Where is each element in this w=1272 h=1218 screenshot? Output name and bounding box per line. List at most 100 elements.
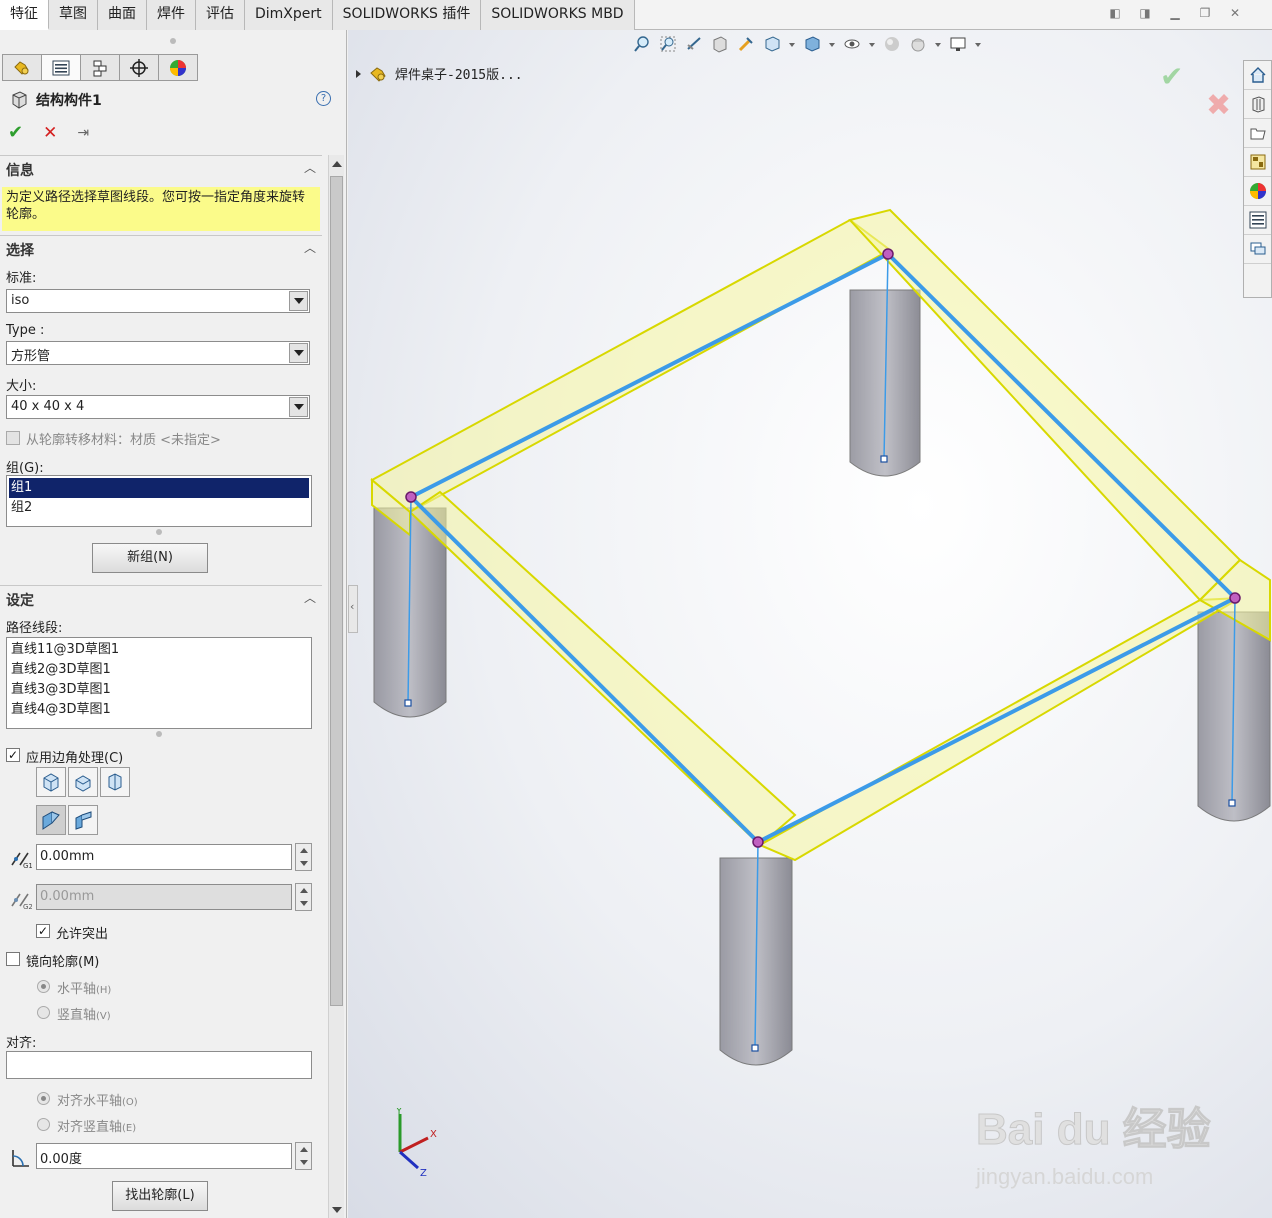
window-controls: ◧ ◨ ▁ ❐ ✕ [1108, 6, 1242, 20]
list-item[interactable]: 直线11@3D草图1 [7, 640, 311, 660]
type-dropdown[interactable]: 方形管 [6, 341, 310, 365]
new-group-button[interactable]: 新组(N) [92, 543, 208, 573]
appearances-tab[interactable] [1244, 177, 1271, 206]
file-explorer-tab[interactable] [1244, 119, 1271, 148]
end-butt-button[interactable] [100, 767, 130, 797]
graphics-area[interactable]: 焊件桌子-2015版... ✔ ✖ [348, 30, 1272, 1218]
sketch-point[interactable] [882, 248, 894, 260]
info-section-header[interactable]: 信息 ︿ [0, 155, 322, 179]
list-item[interactable]: 直线3@3D草图1 [7, 680, 311, 700]
weldment-table-model[interactable] [348, 30, 1272, 1218]
collapse-chevron-icon[interactable]: ︿ [304, 589, 316, 606]
end-trim-button[interactable] [36, 767, 66, 797]
scroll-down-arrow-icon[interactable] [332, 1207, 342, 1213]
locate-profile-button[interactable]: 找出轮廓(L) [112, 1181, 208, 1211]
miter-corner-button[interactable] [36, 805, 66, 835]
tab-addins[interactable]: SOLIDWORKS 插件 [332, 0, 482, 30]
collapse-chevron-icon[interactable]: ︿ [304, 159, 316, 176]
dropdown-arrow-icon[interactable] [289, 291, 308, 311]
help-icon[interactable]: ? [316, 91, 331, 106]
view-palette-tab[interactable] [1244, 148, 1271, 177]
scroll-up-arrow-icon[interactable] [332, 161, 342, 167]
custom-properties-tab[interactable] [1244, 206, 1271, 235]
close-icon[interactable]: ✕ [1228, 6, 1242, 20]
align-input[interactable] [6, 1051, 312, 1079]
design-library-tab[interactable] [1244, 90, 1271, 119]
align-horizontal-radio[interactable] [37, 1092, 50, 1105]
list-item[interactable]: 直线4@3D草图1 [7, 700, 311, 720]
tab-mbd[interactable]: SOLIDWORKS MBD [481, 0, 635, 30]
property-manager-tab[interactable] [41, 54, 81, 81]
resize-grip[interactable] [156, 731, 162, 737]
resize-grip[interactable] [156, 529, 162, 535]
sketch-path[interactable] [409, 252, 1237, 844]
gap1-spinner[interactable] [295, 843, 312, 871]
collapse-chevron-icon[interactable]: ︿ [304, 239, 316, 256]
dropdown-arrow-icon[interactable] [289, 343, 308, 363]
sketch-line-4[interactable] [409, 495, 760, 844]
tab-weldments[interactable]: 焊件 [147, 0, 196, 30]
path-segments-listbox[interactable]: 直线11@3D草图1 直线2@3D草图1 直线3@3D草图1 直线4@3D草图1 [6, 637, 312, 729]
frame-member-front-left[interactable] [408, 490, 797, 847]
rotation-angle-spinner[interactable] [295, 1142, 312, 1170]
tab-surface[interactable]: 曲面 [98, 0, 147, 30]
sketch-line-11[interactable] [410, 252, 889, 499]
gap2-input[interactable]: 0.00mm [36, 884, 292, 910]
gap2-spinner[interactable] [295, 883, 312, 911]
tab-features[interactable]: 特征 [0, 0, 49, 30]
horizontal-axis-radio[interactable] [37, 980, 50, 993]
sketch-point[interactable] [1229, 592, 1241, 604]
tab-dimxpert[interactable]: DimXpert [245, 0, 333, 30]
sketch-point[interactable] [752, 836, 764, 848]
configuration-manager-tab[interactable] [80, 54, 120, 81]
splitter-grip[interactable] [170, 38, 176, 44]
sketch-line-2[interactable] [886, 252, 1237, 600]
tab-evaluate[interactable]: 评估 [196, 0, 245, 30]
triad-y-label: Y [395, 1108, 403, 1117]
sw-resources-tab[interactable] [1244, 61, 1271, 90]
restore-right-icon[interactable]: ◨ [1138, 6, 1152, 20]
display-manager-tab[interactable] [158, 54, 198, 81]
align-vertical-radio[interactable] [37, 1118, 50, 1131]
horizontal-axis-label: 水平轴(H) [57, 978, 111, 997]
size-dropdown[interactable]: 40 x 40 x 4 [6, 395, 310, 419]
allow-protrusion-checkbox[interactable]: ✓ [36, 924, 50, 938]
gap1-input[interactable]: 0.00mm [36, 844, 292, 870]
dimxpert-manager-tab[interactable] [119, 54, 159, 81]
butt-corner-button[interactable] [68, 805, 98, 835]
structural-member-icon [12, 91, 27, 109]
sketch-points[interactable] [405, 248, 1241, 848]
selection-section-header[interactable]: 选择 ︿ [0, 235, 322, 259]
restore-left-icon[interactable]: ◧ [1108, 6, 1122, 20]
sketch-line-3[interactable] [757, 596, 1236, 844]
tab-sketch[interactable]: 草图 [49, 0, 98, 30]
end-miter-button[interactable] [68, 767, 98, 797]
list-item[interactable]: 直线2@3D草图1 [7, 660, 311, 680]
gap2-value: 0.00mm [40, 889, 95, 904]
list-item[interactable]: 组1 [9, 478, 309, 498]
settings-section-header[interactable]: 设定 ︿ [0, 585, 322, 609]
frame-member-front-right[interactable] [757, 597, 1241, 862]
forum-tab[interactable] [1244, 235, 1271, 264]
scrollbar-thumb[interactable] [330, 176, 343, 1006]
group-listbox[interactable]: 组1 组2 [6, 475, 312, 527]
cancel-x-icon[interactable]: ✕ [43, 123, 57, 143]
frame-member-back-left[interactable] [370, 218, 892, 514]
allow-protrusion-label: 允许突出 [56, 927, 109, 942]
minimize-icon[interactable]: ▁ [1168, 6, 1182, 20]
mirror-profile-checkbox[interactable] [6, 952, 20, 966]
frame-members[interactable] [370, 208, 1271, 862]
transfer-material-checkbox[interactable] [6, 431, 20, 445]
tile-icon[interactable]: ❐ [1198, 6, 1212, 20]
standard-dropdown[interactable]: iso [6, 289, 310, 313]
list-item[interactable]: 组2 [7, 498, 311, 518]
dropdown-arrow-icon[interactable] [289, 397, 308, 417]
sketch-point[interactable] [405, 491, 417, 503]
ok-check-icon[interactable]: ✔ [8, 122, 23, 143]
vertical-axis-radio[interactable] [37, 1006, 50, 1019]
pushpin-icon[interactable]: ⇥ [77, 125, 89, 141]
pm-scrollbar[interactable] [328, 155, 344, 1218]
feature-manager-tab[interactable] [2, 54, 42, 81]
apply-corner-checkbox[interactable]: ✓ [6, 748, 20, 762]
rotation-angle-input[interactable]: 0.00度 [36, 1143, 292, 1169]
